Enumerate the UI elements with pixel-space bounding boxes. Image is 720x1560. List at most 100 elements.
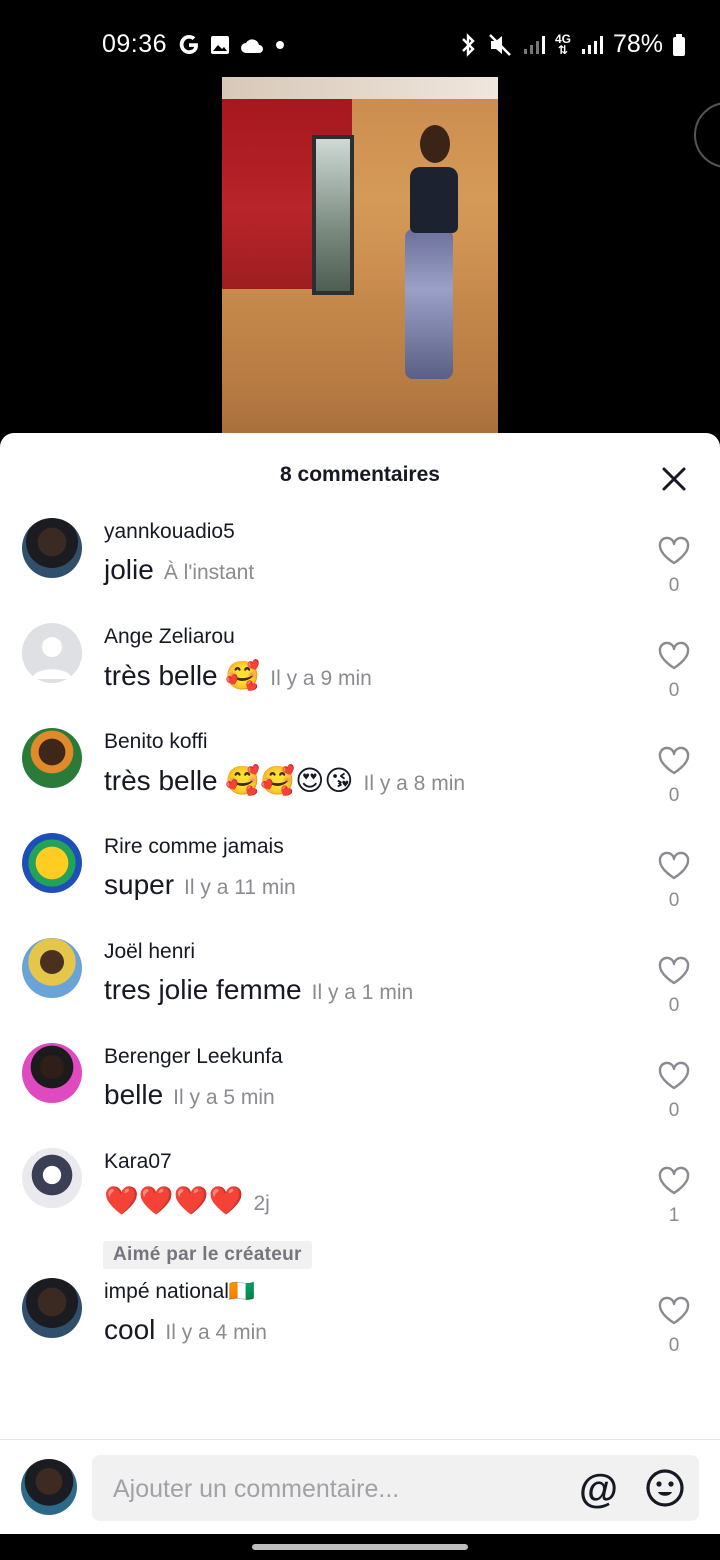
home-handle[interactable] [252,1544,468,1550]
comment-item[interactable]: Ange Zeliarou très belle 🥰 Il y a 9 min 0 [0,623,720,723]
comment-item[interactable]: Rire comme jamais super Il y a 11 min 0 [0,833,720,933]
comment-username[interactable]: Ange Zeliarou [104,625,235,649]
avatar[interactable] [22,728,82,788]
mute-icon [487,32,513,58]
comment-text: très belle 🥰🥰😍😘 [104,765,354,796]
liked-by-creator-badge: Aimé par le créateur [103,1241,312,1269]
comment-username[interactable]: impé national🇨🇮 [104,1280,255,1304]
video-player[interactable] [0,76,720,434]
comment-text: ❤️❤️❤️❤️ [104,1185,244,1216]
like-button[interactable]: 0 [656,956,692,1017]
video-window [312,135,354,295]
cloud-icon [239,35,265,55]
comment-body: tres jolie femme Il y a 1 min [104,974,413,1006]
like-count: 0 [668,1335,680,1356]
avatar[interactable] [22,518,82,578]
heart-icon [658,1061,690,1090]
close-icon [662,467,686,491]
like-count: 0 [668,575,680,596]
comment-username[interactable]: Joël henri [104,940,195,964]
comment-text: tres jolie femme [104,974,302,1005]
signal-icon [522,34,546,56]
system-nav-bar [0,1534,720,1560]
comment-timestamp: Il y a 8 min [363,772,466,795]
like-count: 0 [668,1100,680,1121]
google-icon [177,33,201,57]
bluetooth-icon [458,32,478,58]
comment-text: belle [104,1079,164,1110]
comment-item[interactable]: impé national🇨🇮 cool Il y a 4 min 0 [0,1278,720,1378]
like-button[interactable]: 0 [656,1061,692,1122]
comment-item[interactable]: Benito koffi très belle 🥰🥰😍😘 Il y a 8 min 0 [0,728,720,828]
like-button[interactable]: 0 [656,851,692,912]
like-count: 0 [668,890,680,911]
comment-item[interactable]: Kara07 ❤️❤️❤️❤️ 2j Aimé par le créateur 1 [0,1148,720,1269]
close-button[interactable] [656,461,692,497]
status-notification-icons [177,33,287,57]
like-button[interactable]: 0 [656,641,692,702]
like-button[interactable]: 0 [656,536,692,597]
heart-icon [658,1296,690,1325]
comment-timestamp: Il y a 9 min [270,667,372,690]
signal-icon [580,34,604,56]
battery-percent: 78% [612,30,663,58]
comment-timestamp: 2j [253,1192,270,1215]
sheet-header: 8 commentaires [0,433,720,513]
comment-username[interactable]: Berenger Leekunfa [104,1045,283,1069]
status-bar: 09:36 4G ⇅ 78% [0,0,720,76]
comment-username[interactable]: Benito koffi [104,730,208,754]
status-system-icons: 4G ⇅ 78% [458,30,686,59]
heart-icon [658,851,690,880]
avatar[interactable] [22,1278,82,1338]
comment-timestamp: Il y a 11 min [184,876,296,899]
like-count: 0 [668,680,680,701]
emoji-button[interactable] [645,1468,685,1513]
battery-icon [672,33,686,57]
comment-text: jolie [104,554,154,585]
comment-text: très belle 🥰 [104,660,261,691]
like-count: 0 [668,995,680,1016]
comment-timestamp: À l'instant [163,561,255,584]
video-frame[interactable] [222,77,498,434]
comment-text: super [104,869,175,900]
like-button[interactable]: 0 [656,746,692,807]
gallery-icon [209,34,231,56]
avatar[interactable] [22,833,82,893]
comment-item[interactable]: yannkouadio5 jolie À l'instant 0 [0,518,720,618]
network-4g-icon: 4G ⇅ [554,31,571,57]
like-count: 1 [668,1205,680,1226]
comments-sheet: 8 commentaires yannkouadio5 jolie À l'inst… [0,433,720,1439]
comment-body: très belle 🥰🥰😍😘 Il y a 8 min [104,764,465,797]
heart-icon [658,536,690,565]
comment-timestamp: Il y a 1 min [311,981,414,1004]
comment-body: belle Il y a 5 min [104,1079,275,1111]
comment-input-placeholder[interactable]: Ajouter un commentaire... [113,1475,399,1504]
heart-icon [658,746,690,775]
emoji-icon [646,1469,684,1507]
heart-icon [658,956,690,985]
avatar[interactable] [22,1043,82,1103]
comment-username[interactable]: Rire comme jamais [104,835,284,859]
comment-username[interactable]: Kara07 [104,1150,172,1174]
side-button[interactable] [694,102,720,168]
comment-body: super Il y a 11 min [104,869,296,901]
comment-input[interactable]: Ajouter un commentaire... @ [92,1455,699,1521]
avatar[interactable] [22,938,82,998]
comment-body: très belle 🥰 Il y a 9 min [104,659,372,692]
dot-icon [273,38,287,52]
comment-timestamp: Il y a 4 min [165,1321,267,1344]
like-button[interactable]: 0 [656,1296,692,1357]
avatar[interactable] [21,1459,77,1515]
heart-icon [658,641,690,670]
comment-item[interactable]: Berenger Leekunfa belle Il y a 5 min 0 [0,1043,720,1143]
comments-count-title: 8 commentaires [280,463,440,486]
mention-button[interactable]: @ [579,1467,618,1512]
comment-item[interactable]: Joël henri tres jolie femme Il y a 1 min 0 [0,938,720,1038]
avatar[interactable] [22,623,82,683]
like-button[interactable]: 1 [656,1166,692,1227]
comment-input-bar: Ajouter un commentaire... @ [0,1439,720,1534]
like-count: 0 [668,785,680,806]
comment-username[interactable]: yannkouadio5 [104,520,235,544]
avatar[interactable] [22,1148,82,1208]
comment-body: jolie À l'instant [104,554,254,586]
